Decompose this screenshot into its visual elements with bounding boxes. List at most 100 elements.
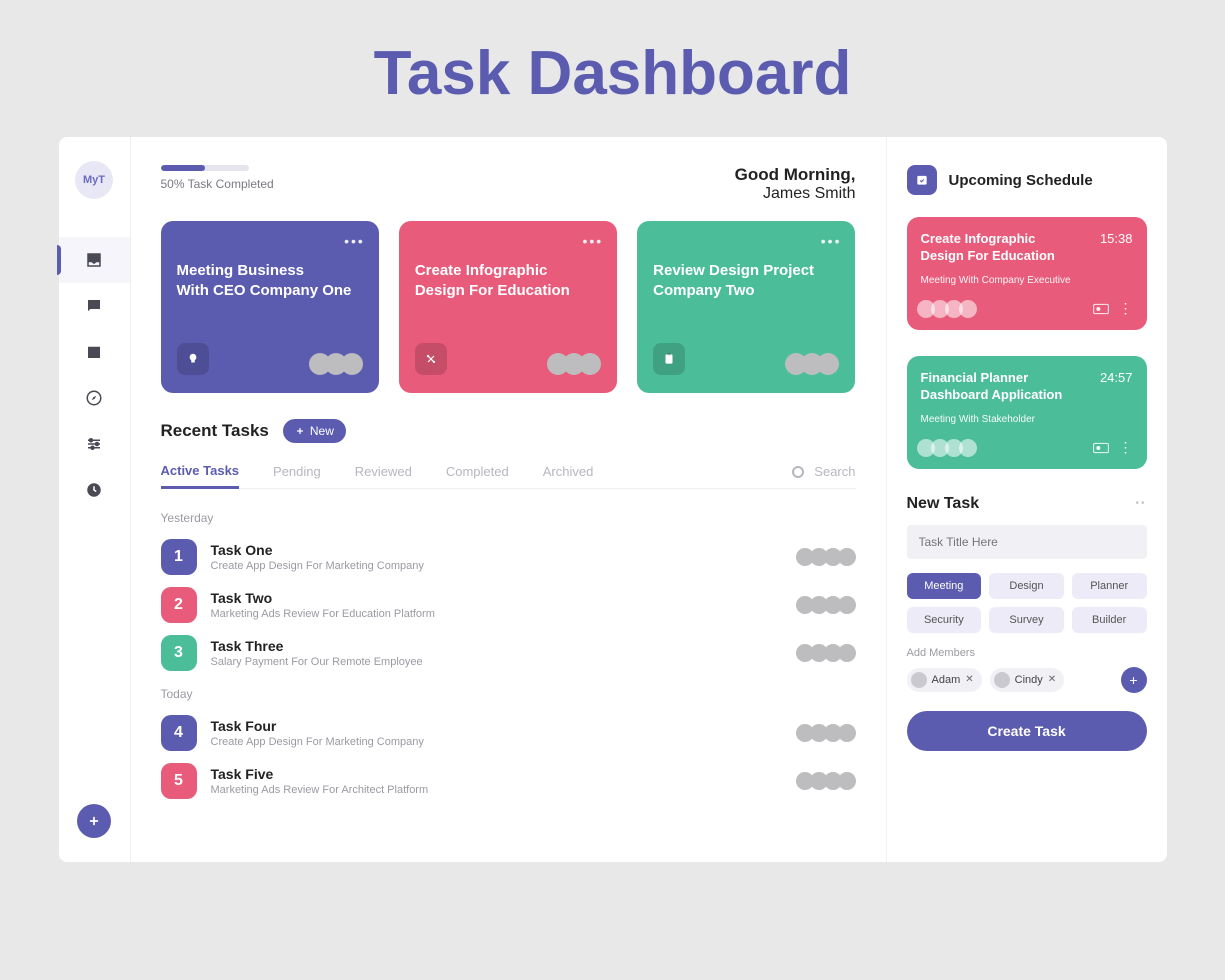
- logo[interactable]: MyT: [75, 161, 113, 199]
- schedule-title: Create Infographic Design For Education: [921, 231, 1071, 265]
- group-label: Yesterday: [161, 511, 856, 525]
- sidebar-item-dashboard[interactable]: [59, 237, 130, 283]
- tab-active-tasks[interactable]: Active Tasks: [161, 455, 240, 489]
- task-row[interactable]: 1 Task One Create App Design For Marketi…: [161, 533, 856, 581]
- calendar-check-icon: [915, 173, 929, 187]
- member-chip[interactable]: Adam ✕: [907, 668, 982, 692]
- schedule-menu[interactable]: ⋮: [1119, 300, 1133, 317]
- task-name: Task Five: [211, 766, 800, 782]
- task-desc: Create App Design For Marketing Company: [211, 736, 800, 748]
- sidebar-item-settings[interactable]: [59, 421, 130, 467]
- task-row[interactable]: 4 Task Four Create App Design For Market…: [161, 709, 856, 757]
- schedule-title: Upcoming Schedule: [949, 172, 1093, 189]
- remove-icon[interactable]: ✕: [965, 674, 973, 685]
- page-title: Task Dashboard: [0, 0, 1225, 137]
- task-row[interactable]: 3 Task Three Salary Payment For Our Remo…: [161, 629, 856, 677]
- right-panel: Upcoming Schedule Create Infographic Des…: [887, 137, 1167, 862]
- tab-completed[interactable]: Completed: [446, 456, 509, 487]
- progress-section: 50% Task Completed: [161, 165, 274, 191]
- avatar-stack: [800, 596, 856, 614]
- new-task-menu[interactable]: ••: [1135, 498, 1146, 509]
- task-name: Task Two: [211, 590, 800, 606]
- schedule-time: 24:57: [1100, 370, 1133, 385]
- member-chip[interactable]: Cindy ✕: [990, 668, 1065, 692]
- new-button-label: New: [310, 424, 334, 438]
- task-desc: Marketing Ads Review For Education Platf…: [211, 608, 800, 620]
- task-name: Task One: [211, 542, 800, 558]
- card-type-icon: [653, 343, 685, 375]
- member-name: Adam: [932, 674, 961, 686]
- sidebar-item-history[interactable]: [59, 467, 130, 513]
- sliders-icon: [85, 435, 103, 453]
- contact-icon[interactable]: [1093, 303, 1109, 315]
- card-title: Meeting BusinessWith CEO Company One: [177, 261, 363, 300]
- avatar-stack: [800, 772, 856, 790]
- create-task-button[interactable]: Create Task: [907, 711, 1147, 751]
- task-card[interactable]: ••• Meeting BusinessWith CEO Company One: [161, 221, 379, 393]
- user-name: James Smith: [735, 185, 856, 203]
- tabs: Active Tasks Pending Reviewed Completed Arch…: [161, 455, 856, 489]
- task-desc: Create App Design For Marketing Company: [211, 560, 800, 572]
- recent-tasks-title: Recent Tasks: [161, 421, 269, 441]
- avatar-stack: [309, 353, 363, 375]
- new-task-title: New Task: [907, 495, 980, 513]
- tag-builder[interactable]: Builder: [1072, 607, 1147, 633]
- card-menu[interactable]: •••: [821, 233, 842, 249]
- tab-archived[interactable]: Archived: [543, 456, 594, 487]
- add-member-button[interactable]: +: [1121, 667, 1147, 693]
- sidebar-item-messages[interactable]: [59, 283, 130, 329]
- card-type-icon: [177, 343, 209, 375]
- remove-icon[interactable]: ✕: [1048, 674, 1056, 685]
- task-number: 5: [161, 763, 197, 799]
- schedule-card[interactable]: Financial Planner Dashboard Application …: [907, 356, 1147, 469]
- avatar: [994, 672, 1010, 688]
- task-title-input[interactable]: [907, 525, 1147, 559]
- contact-icon[interactable]: [1093, 442, 1109, 454]
- search-area[interactable]: Search: [792, 464, 855, 479]
- plus-icon: [87, 814, 101, 828]
- new-task-button[interactable]: New: [283, 419, 346, 443]
- tab-reviewed[interactable]: Reviewed: [355, 456, 412, 487]
- chat-icon: [85, 297, 103, 315]
- card-menu[interactable]: •••: [582, 233, 603, 249]
- member-name: Cindy: [1015, 674, 1043, 686]
- tag-security[interactable]: Security: [907, 607, 982, 633]
- schedule-menu[interactable]: ⋮: [1119, 439, 1133, 456]
- task-desc: Marketing Ads Review For Architect Platf…: [211, 784, 800, 796]
- sidebar-item-explore[interactable]: [59, 375, 130, 421]
- avatar: [911, 672, 927, 688]
- schedule-time: 15:38: [1100, 231, 1133, 246]
- task-desc: Salary Payment For Our Remote Employee: [211, 656, 800, 668]
- calendar-icon: [85, 343, 103, 361]
- sidebar-add-button[interactable]: [77, 804, 111, 838]
- progress-bar: [161, 165, 249, 171]
- task-number: 4: [161, 715, 197, 751]
- schedule-subtitle: Meeting With Company Executive: [921, 275, 1133, 286]
- task-number: 2: [161, 587, 197, 623]
- tag-meeting[interactable]: Meeting: [907, 573, 982, 599]
- task-number: 3: [161, 635, 197, 671]
- task-row[interactable]: 5 Task Five Marketing Ads Review For Arc…: [161, 757, 856, 805]
- tag-planner[interactable]: Planner: [1072, 573, 1147, 599]
- tag-design[interactable]: Design: [989, 573, 1064, 599]
- card-title: Create InfographicDesign For Education: [415, 261, 601, 300]
- search-label: Search: [814, 464, 855, 479]
- sidebar-item-calendar[interactable]: [59, 329, 130, 375]
- task-row[interactable]: 2 Task Two Marketing Ads Review For Educ…: [161, 581, 856, 629]
- avatar-stack: [800, 644, 856, 662]
- tag-survey[interactable]: Survey: [989, 607, 1064, 633]
- greeting-text: Good Morning,: [735, 165, 856, 185]
- app-container: MyT 50% Task Completed: [59, 137, 1167, 862]
- inbox-icon: [85, 251, 103, 269]
- tab-pending[interactable]: Pending: [273, 456, 321, 487]
- schedule-header-icon: [907, 165, 937, 195]
- greeting: Good Morning, James Smith: [735, 165, 856, 203]
- card-menu[interactable]: •••: [344, 233, 365, 249]
- task-card[interactable]: ••• Review Design ProjectCompany Two: [637, 221, 855, 393]
- clock-icon: [85, 481, 103, 499]
- radio-icon: [792, 466, 804, 478]
- avatar-stack: [800, 548, 856, 566]
- task-cards-row: ••• Meeting BusinessWith CEO Company One…: [161, 221, 856, 393]
- task-card[interactable]: ••• Create InfographicDesign For Educati…: [399, 221, 617, 393]
- schedule-card[interactable]: Create Infographic Design For Education …: [907, 217, 1147, 330]
